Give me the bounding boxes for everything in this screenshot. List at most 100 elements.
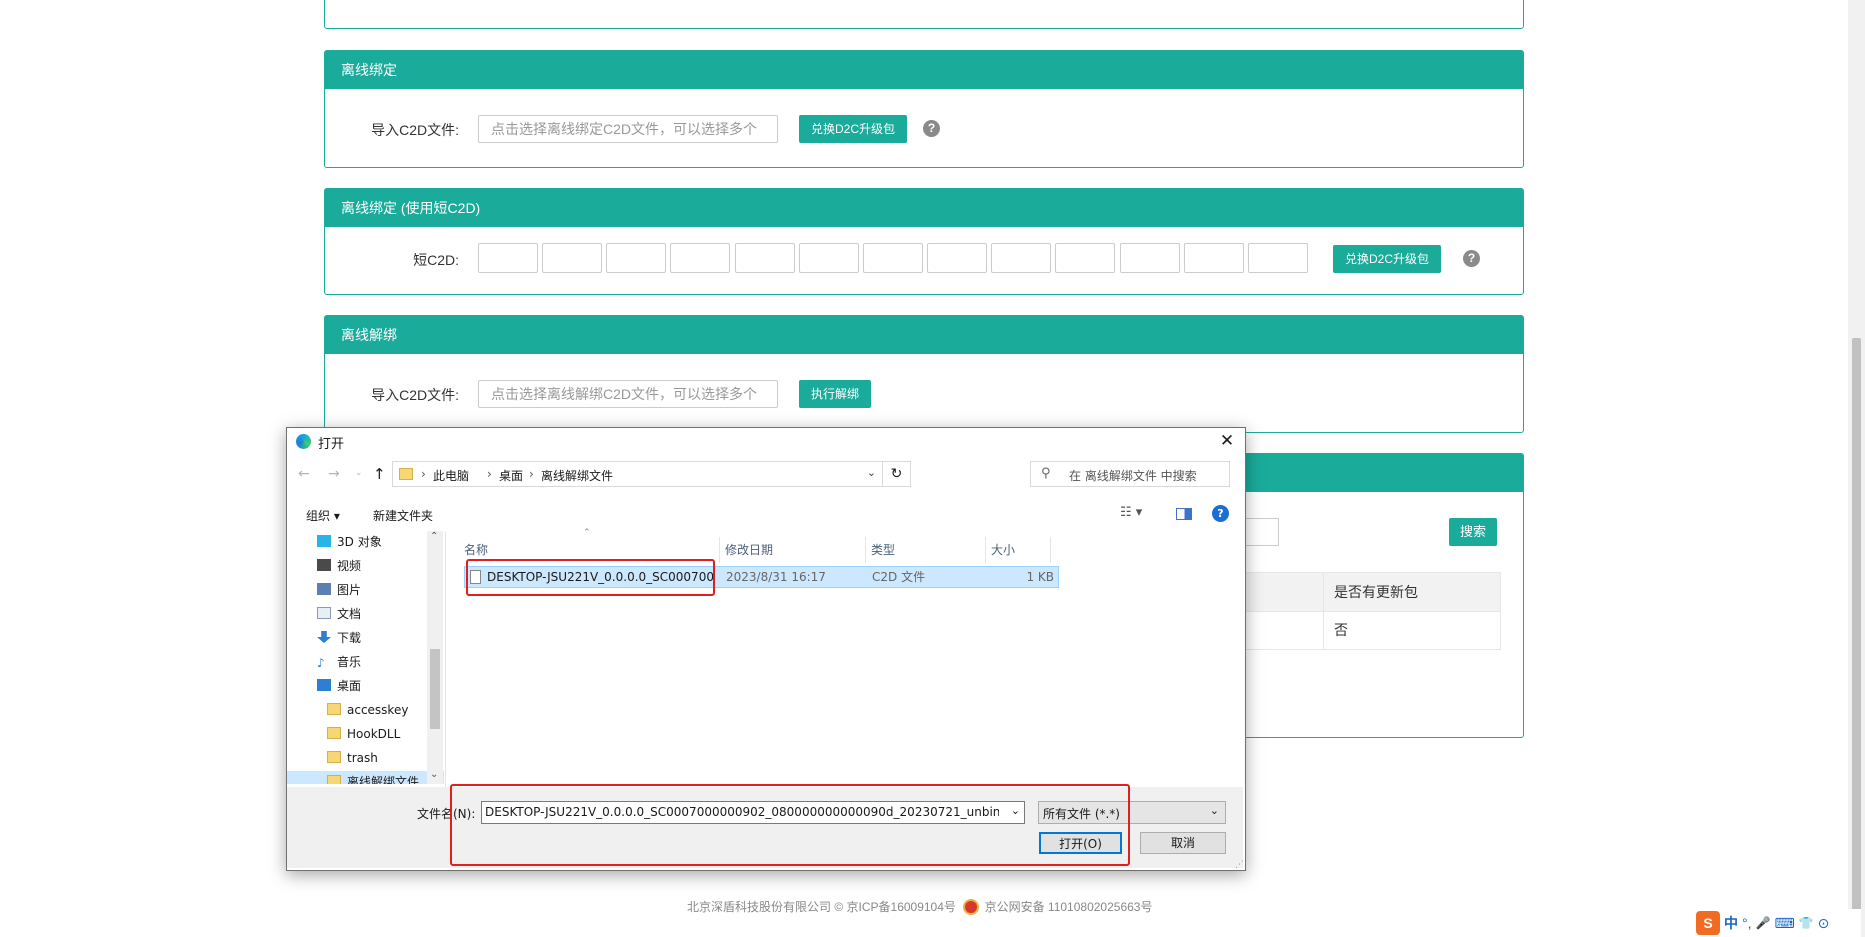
police-badge-icon: [963, 899, 980, 915]
refresh-button[interactable]: ↻: [883, 461, 911, 487]
help-circle-icon[interactable]: ?: [1212, 505, 1229, 522]
folder-icon: [399, 468, 413, 480]
nav-item-accesskey[interactable]: accesskey: [327, 699, 408, 721]
folder-icon: [327, 775, 341, 784]
c2d-segment-5[interactable]: [735, 243, 795, 273]
page-scrollbar-thumb[interactable]: [1852, 338, 1861, 937]
col-date[interactable]: 修改日期: [720, 537, 866, 563]
scroll-down-icon[interactable]: ⌄: [430, 769, 438, 780]
nav-item-desktop[interactable]: 桌面: [317, 675, 361, 697]
organize-menu[interactable]: 组织 ▾: [306, 507, 340, 524]
skin-icon[interactable]: 👕: [1799, 916, 1814, 930]
c2d-segment-6[interactable]: [799, 243, 859, 273]
offline-bind-card: 离线绑定 导入C2D文件: 点击选择离线绑定C2D文件，可以选择多个 兑换D2C…: [324, 50, 1524, 168]
refresh-icon: ↻: [890, 466, 903, 482]
c2d-segment-8[interactable]: [927, 243, 987, 273]
nav-item-3d-objects[interactable]: 3D 对象: [317, 531, 382, 553]
c2d-segment-9[interactable]: [991, 243, 1051, 273]
col-has-update: 是否有更新包: [1334, 584, 1418, 600]
recent-chevron-icon[interactable]: ⌄: [355, 468, 363, 478]
nav-item-hookdll[interactable]: HookDLL: [327, 723, 400, 745]
video-icon: [317, 559, 331, 571]
search-button[interactable]: 搜索: [1449, 518, 1497, 546]
nav-item-music[interactable]: ♪ 音乐: [317, 651, 361, 673]
navigation-pane: 3D 对象 视频 图片 文档 下载 ♪ 音乐 桌面 accesskey HookD…: [287, 531, 444, 784]
redeem-d2c-button-short[interactable]: 兑换D2C升级包: [1333, 245, 1441, 273]
nav-item-downloads[interactable]: 下载: [317, 627, 361, 649]
breadcrumb-desktop[interactable]: 桌面: [499, 467, 523, 484]
c2d-segment-3[interactable]: [606, 243, 666, 273]
dialog-title: 打开: [318, 437, 345, 452]
cancel-button[interactable]: 取消: [1140, 832, 1226, 854]
address-dropdown-icon[interactable]: ⌄: [867, 466, 876, 479]
import-c2d-label: 导入C2D文件:: [371, 122, 459, 138]
help-icon-short[interactable]: ?: [1463, 250, 1480, 267]
ime-toolbar[interactable]: S 中 °, 🎤 ⌨ 👕 ⊙: [1696, 909, 1861, 937]
nav-item-documents[interactable]: 文档: [317, 603, 361, 625]
forward-arrow-icon[interactable]: →: [328, 466, 340, 482]
footer: 北京深盾科技股份有限公司 © 京ICP备16009104号 京公网安备 1101…: [687, 898, 1152, 915]
offline-unbind-title: 离线解绑: [325, 316, 1523, 354]
folder-icon: [327, 703, 341, 715]
open-file-dialog: 打开 ✕ ← → ⌄ ↑ › 此电脑 › 桌面 › 离线解绑文件 ⌄ ↻ ⚲ 在…: [286, 427, 1246, 871]
help-icon[interactable]: ?: [923, 120, 940, 137]
nav-item-pictures[interactable]: 图片: [317, 579, 361, 601]
music-icon: ♪: [317, 656, 325, 670]
back-arrow-icon[interactable]: ←: [298, 466, 310, 482]
keyboard-icon[interactable]: ⌨: [1774, 915, 1794, 932]
search-box[interactable]: ⚲ 在 离线解绑文件 中搜索: [1030, 461, 1230, 487]
short-c2d-title: 离线绑定 (使用短C2D): [325, 189, 1523, 227]
nav-scrollbar-thumb[interactable]: [430, 649, 440, 729]
ime-punctuation-icon[interactable]: °,: [1742, 915, 1752, 931]
pane-divider[interactable]: [445, 531, 446, 787]
file-size: 1 KB: [1026, 570, 1054, 584]
nav-item-offline-unbind-folder[interactable]: 离线解绑文件: [287, 771, 444, 784]
download-icon: [317, 631, 331, 643]
document-icon: [317, 607, 331, 619]
breadcrumb-sep-icon: ›: [529, 467, 534, 481]
edge-logo-icon: [296, 434, 311, 449]
c2d-segment-11[interactable]: [1120, 243, 1180, 273]
ime-more-icon[interactable]: ⊙: [1818, 915, 1830, 932]
c2d-segment-10[interactable]: [1055, 243, 1115, 273]
footer-police[interactable]: 京公网安备 11010802025663号: [985, 900, 1153, 914]
ime-chinese-mode[interactable]: 中: [1724, 913, 1738, 933]
nav-scrollbar[interactable]: ⌃ ⌄: [427, 531, 443, 784]
nav-item-videos[interactable]: 视频: [317, 555, 361, 577]
redeem-d2c-button[interactable]: 兑换D2C升级包: [799, 115, 907, 143]
execute-unbind-button[interactable]: 执行解绑: [799, 380, 871, 408]
up-arrow-icon[interactable]: ↑: [373, 465, 386, 483]
highlight-selected-file: [466, 559, 715, 596]
c2d-segment-12[interactable]: [1184, 243, 1244, 273]
import-c2d-label-unbind: 导入C2D文件:: [371, 387, 459, 403]
c2d-segment-2[interactable]: [542, 243, 602, 273]
preview-pane-icon[interactable]: [1176, 508, 1192, 520]
highlight-filename-area: [450, 784, 1130, 866]
scroll-up-icon[interactable]: ⌃: [430, 531, 438, 542]
breadcrumb-this-pc[interactable]: 此电脑: [433, 467, 469, 484]
unbind-file-input[interactable]: 点击选择离线解绑C2D文件，可以选择多个: [478, 380, 778, 408]
view-options-icon[interactable]: ☷ ▾: [1120, 505, 1142, 520]
search-placeholder: 在 离线解绑文件 中搜索: [1069, 469, 1197, 483]
c2d-segment-1[interactable]: [478, 243, 538, 273]
resize-grip-icon[interactable]: ⋰: [1235, 860, 1244, 870]
pictures-icon: [317, 583, 331, 595]
short-c2d-card: 离线绑定 (使用短C2D) 短C2D: 兑换D2C升级包 ?: [324, 188, 1524, 295]
c2d-segment-13[interactable]: [1248, 243, 1308, 273]
new-folder-button[interactable]: 新建文件夹: [373, 507, 433, 524]
microphone-icon[interactable]: 🎤: [1756, 916, 1771, 930]
breadcrumb-current-folder[interactable]: 离线解绑文件: [541, 467, 613, 484]
c2d-segment-7[interactable]: [863, 243, 923, 273]
col-size[interactable]: 大小: [986, 537, 1051, 563]
sogou-logo-icon[interactable]: S: [1696, 911, 1720, 935]
address-bar[interactable]: › 此电脑 › 桌面 › 离线解绑文件 ⌄: [392, 461, 883, 487]
bind-file-input[interactable]: 点击选择离线绑定C2D文件，可以选择多个: [478, 115, 778, 143]
close-icon[interactable]: ✕: [1213, 428, 1241, 454]
offline-bind-title: 离线绑定: [325, 51, 1523, 89]
c2d-segment-4[interactable]: [670, 243, 730, 273]
page-scrollbar[interactable]: [1848, 0, 1865, 937]
breadcrumb-sep-icon: ›: [421, 467, 426, 481]
nav-item-trash[interactable]: trash: [327, 747, 378, 769]
col-type[interactable]: 类型: [866, 537, 986, 563]
cell-has-update: 否: [1334, 622, 1348, 638]
